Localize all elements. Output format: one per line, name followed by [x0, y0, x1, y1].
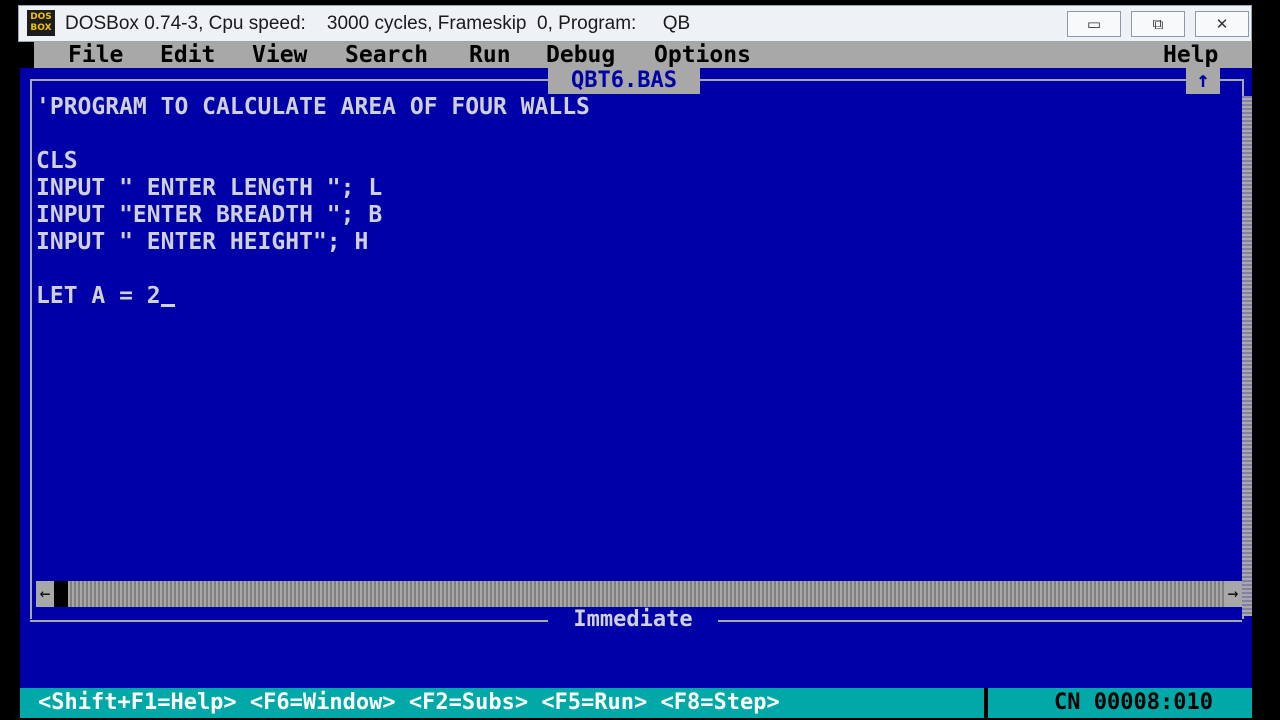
qbasic-screen: File Edit View Search Run Debug Options … [20, 42, 1252, 718]
text-cursor [160, 304, 175, 307]
menu-search[interactable]: Search [345, 42, 428, 68]
menu-file[interactable]: File [68, 42, 123, 68]
code-line: INPUT " ENTER LENGTH "; L [36, 175, 383, 201]
cursor-position: CN 00008:010 [1054, 690, 1213, 715]
menu-debug[interactable]: Debug [546, 42, 615, 68]
menu-edit[interactable]: Edit [160, 42, 215, 68]
maximize-button[interactable]: ⧉ [1131, 11, 1185, 37]
code-line: INPUT " ENTER HEIGHT"; H [36, 229, 369, 255]
status-bar: <Shift+F1=Help> <F6=Window> <F2=Subs> <F… [20, 688, 1252, 718]
dosbox-icon: DOS BOX [27, 10, 55, 36]
status-shortcuts: <Shift+F1=Help> <F6=Window> <F2=Subs> <F… [38, 690, 780, 715]
code-line-current: LET A = 2 [36, 283, 1226, 310]
code-editor[interactable]: 'PROGRAM TO CALCULATE AREA OF FOUR WALLS… [36, 94, 1226, 310]
close-button[interactable]: ✕ [1195, 11, 1249, 37]
code-line-text: LET A = 2 [36, 283, 161, 309]
window-title-bar[interactable]: DOS BOX DOSBox 0.74-3, Cpu speed: 3000 c… [18, 5, 1252, 42]
scroll-left-icon[interactable]: ← [36, 581, 54, 607]
menu-bar-marker [20, 42, 34, 68]
horizontal-scrollbar[interactable]: ← → [36, 581, 1242, 607]
immediate-window-title[interactable]: Immediate [548, 607, 718, 633]
code-line: INPUT "ENTER BREADTH "; B [36, 202, 383, 228]
editor-frame-left [30, 79, 32, 619]
editor-maximize-icon[interactable]: ↑ [1186, 68, 1220, 94]
editor-filename: QBT6.BAS [548, 68, 700, 94]
minimize-button[interactable]: ▭ [1067, 11, 1121, 37]
menu-view[interactable]: View [252, 42, 307, 68]
menu-options[interactable]: Options [654, 42, 751, 68]
scroll-right-icon[interactable]: → [1224, 581, 1242, 607]
code-line: 'PROGRAM TO CALCULATE AREA OF FOUR WALLS [36, 94, 590, 120]
menu-run[interactable]: Run [469, 42, 511, 68]
vertical-scrollbar[interactable] [1242, 96, 1252, 616]
status-divider [984, 688, 988, 718]
window-title: DOSBox 0.74-3, Cpu speed: 3000 cycles, F… [65, 13, 691, 34]
menu-help[interactable]: Help [1163, 42, 1218, 68]
menu-bar: File Edit View Search Run Debug Options … [20, 42, 1252, 68]
code-line: CLS [36, 148, 78, 174]
scroll-thumb[interactable] [54, 581, 68, 607]
